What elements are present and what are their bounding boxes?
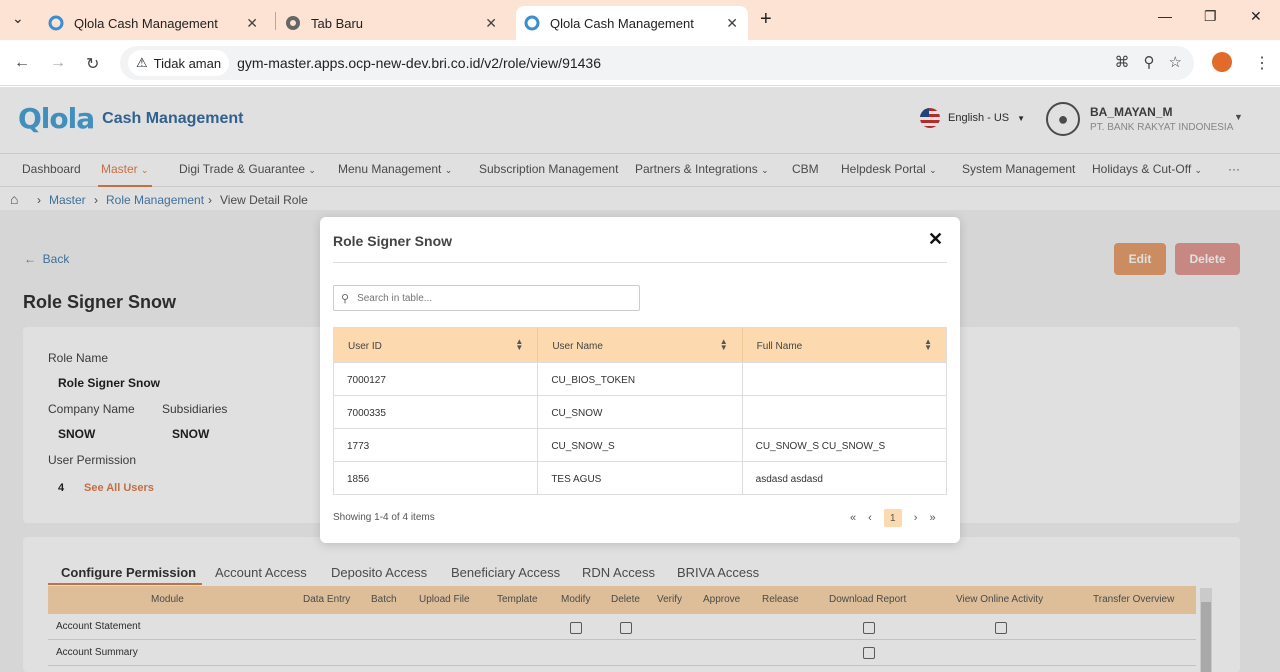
- col-user-id[interactable]: User ID ▲ ▼: [334, 328, 539, 362]
- col-label: User ID: [348, 341, 382, 352]
- profile-avatar[interactable]: [1212, 52, 1232, 72]
- table-row: 1856 TES AGUS asdasd asdasd: [334, 461, 946, 494]
- tab-title: Qlola Cash Management: [550, 15, 694, 31]
- modal-title: Role Signer Snow: [333, 233, 453, 249]
- search-input[interactable]: [357, 292, 618, 304]
- sort-icon[interactable]: ▲ ▼: [515, 338, 523, 352]
- browser-tab-1[interactable]: Qlola Cash Management ✕: [48, 6, 268, 40]
- translate-icon[interactable]: ⌘: [1115, 53, 1130, 71]
- qlola-favicon-icon: [48, 15, 64, 31]
- restore-icon[interactable]: ❐: [1204, 8, 1217, 25]
- reload-icon[interactable]: ↻: [86, 54, 99, 74]
- search-box[interactable]: ⚲: [333, 285, 640, 311]
- security-chip[interactable]: ⚠ Tidak aman: [128, 50, 230, 76]
- close-tab-icon[interactable]: ✕: [485, 15, 497, 32]
- next-page-icon[interactable]: ›: [914, 512, 918, 524]
- cell-full-name: [743, 363, 946, 395]
- cell-user-name: CU_SNOW: [538, 396, 743, 428]
- qlola-favicon-icon: [524, 15, 540, 31]
- cell-user-id: 7000335: [334, 396, 539, 428]
- browser-tab-3[interactable]: Qlola Cash Management ✕: [516, 6, 748, 40]
- tab-title: Tab Baru: [311, 15, 364, 31]
- address-bar[interactable]: ⚠ Tidak aman gym-master.apps.ocp-new-dev…: [120, 46, 1194, 80]
- users-table: User ID ▲ ▼ User Name ▲ ▼ Full Name ▲ ▼ 700012…: [333, 327, 947, 495]
- table-row: 7000127 CU_BIOS_TOKEN: [334, 362, 946, 395]
- cell-user-name: CU_SNOW_S: [538, 429, 743, 461]
- pagination-summary: Showing 1-4 of 4 items: [333, 512, 435, 523]
- forward-arrow-icon[interactable]: →: [50, 54, 66, 72]
- new-tab-icon[interactable]: +: [760, 8, 772, 31]
- tab-title: Qlola Cash Management: [74, 15, 218, 31]
- sort-icon[interactable]: ▲ ▼: [924, 338, 932, 352]
- cell-full-name: CU_SNOW_S CU_SNOW_S: [755, 441, 886, 452]
- close-icon[interactable]: ✕: [928, 229, 943, 250]
- modal-divider: [333, 262, 947, 263]
- col-label: User Name: [552, 341, 603, 352]
- minimize-icon[interactable]: —: [1158, 8, 1172, 24]
- page-number-button[interactable]: 1: [883, 509, 902, 527]
- table-row: 7000335 CU_SNOW: [334, 395, 946, 428]
- users-modal: Role Signer Snow ✕ ⚲ User ID ▲▼ User Name…: [320, 217, 960, 543]
- tab-list-icon[interactable]: ⌄: [12, 10, 24, 27]
- back-arrow-icon[interactable]: ←: [14, 54, 30, 72]
- last-page-icon[interactable]: »: [929, 512, 935, 524]
- pagination: « ‹ 1 › »: [850, 509, 936, 527]
- browser-tabbar: ⌄ Qlola Cash Management ✕ Tab Baru ✕ Qlo…: [0, 0, 1280, 40]
- sort-icon[interactable]: ▲ ▼: [720, 338, 728, 352]
- close-window-icon[interactable]: ✕: [1250, 8, 1262, 25]
- cell-user-id: 1856: [334, 462, 539, 494]
- first-page-icon[interactable]: «: [850, 512, 856, 524]
- col-full-name[interactable]: Full Name ▲ ▼: [743, 328, 946, 362]
- warning-icon: ⚠: [136, 55, 148, 70]
- search-icon: ⚲: [341, 292, 350, 305]
- cell-user-id: 7000127: [334, 363, 539, 395]
- col-label: Full Name: [756, 341, 803, 352]
- browser-tab-2[interactable]: Tab Baru ✕: [285, 6, 507, 40]
- cell-full-name: [743, 396, 946, 428]
- close-tab-icon[interactable]: ✕: [726, 15, 738, 32]
- chrome-icon: [286, 16, 300, 30]
- security-label: Tidak aman: [153, 55, 222, 71]
- browser-toolbar: ← → ↻ ⚠ Tidak aman gym-master.apps.ocp-n…: [0, 40, 1280, 86]
- tab-divider: [275, 12, 276, 30]
- cell-user-name: TES AGUS: [538, 462, 743, 494]
- close-tab-icon[interactable]: ✕: [246, 15, 258, 32]
- table-header: User ID ▲ ▼ User Name ▲ ▼ Full Name ▲ ▼: [334, 328, 946, 362]
- url-text[interactable]: gym-master.apps.ocp-new-dev.bri.co.id/v2…: [237, 55, 601, 71]
- cell-user-id: 1773: [334, 429, 539, 461]
- cell-full-name: asdasd asdasd: [755, 474, 823, 485]
- browser-menu-icon[interactable]: ⋮: [1254, 53, 1270, 73]
- zoom-icon[interactable]: ⚲: [1144, 53, 1155, 71]
- bookmark-star-icon[interactable]: ☆: [1169, 53, 1182, 71]
- col-user-name[interactable]: User Name ▲ ▼: [538, 328, 743, 362]
- table-row: 1773 CU_SNOW_S CU_SNOW_S CU_SNOW_S: [334, 428, 946, 461]
- cell-user-name: CU_BIOS_TOKEN: [538, 363, 743, 395]
- prev-page-icon[interactable]: ‹: [868, 512, 872, 524]
